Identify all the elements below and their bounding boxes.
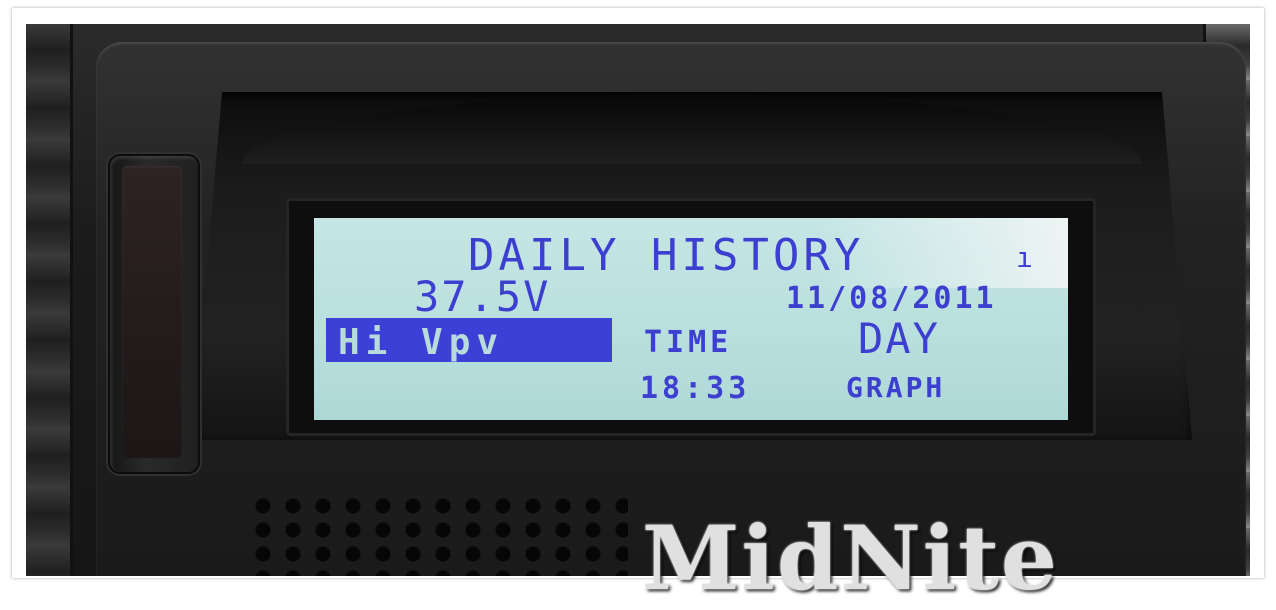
lcd-mode-label: Hi Vpv (338, 322, 505, 363)
lcd-page-indicator: ı (1016, 241, 1035, 274)
left-ribbed-edge (26, 24, 73, 576)
lcd-screen: DAILY HISTORY ı 37.5V 11/08/2011 Hi Vpv … (314, 218, 1068, 420)
speaker-grille (248, 494, 628, 576)
lcd-date: 11/08/2011 (786, 281, 997, 316)
lcd-time-value: 18:33 (640, 371, 751, 406)
lcd-period: DAY (858, 314, 940, 363)
side-button[interactable] (108, 154, 200, 474)
lcd-voltage-value: 37.5V (414, 272, 551, 321)
photo-frame: DAILY HISTORY ı 37.5V 11/08/2011 Hi Vpv … (12, 8, 1264, 610)
lcd-view-label: GRAPH (846, 371, 946, 404)
lcd-time-label: TIME (644, 325, 733, 360)
brand-logo: MidNite (642, 506, 1059, 610)
side-button-face[interactable] (122, 166, 182, 458)
